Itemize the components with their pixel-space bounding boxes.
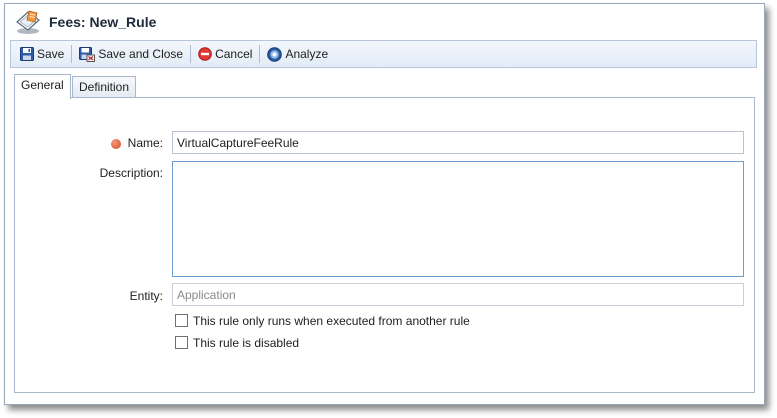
toolbar: Save Save and Close Cancel Analyze (10, 40, 757, 68)
tab-definition[interactable]: Definition (72, 76, 137, 98)
tab-general[interactable]: General (14, 74, 71, 99)
toolbar-separator (259, 45, 261, 63)
save-and-close-icon (79, 46, 96, 62)
rule-disabled-checkbox[interactable] (175, 336, 188, 349)
toolbar-separator (190, 45, 192, 63)
rule-editor-window: Fees: New_Rule Save Save and Close Cance… (4, 3, 765, 405)
cancel-label: Cancel (215, 47, 253, 61)
fee-rule-icon (13, 8, 43, 36)
analyze-button[interactable]: Analyze (262, 43, 333, 65)
cancel-button[interactable]: Cancel (193, 43, 257, 65)
entity-field (172, 283, 744, 306)
save-label: Save (37, 47, 65, 61)
name-label: Name: (127, 136, 163, 150)
description-label: Description: (99, 166, 163, 180)
runs-from-another-rule-label[interactable]: This rule only runs when executed from a… (193, 314, 470, 328)
cancel-icon (198, 47, 212, 61)
window-title: Fees: New_Rule (49, 14, 157, 30)
name-input[interactable] (172, 131, 744, 154)
tab-strip: General Definition (14, 74, 755, 99)
save-and-close-label: Save and Close (98, 47, 184, 61)
entity-label: Entity: (129, 289, 163, 303)
analyze-label: Analyze (285, 47, 329, 61)
save-and-close-button[interactable]: Save and Close (74, 43, 188, 65)
general-tab-panel: Name: Description: Entity: This rule onl… (14, 97, 755, 393)
analyze-icon (267, 46, 283, 62)
rule-disabled-label[interactable]: This rule is disabled (193, 336, 299, 350)
description-textarea[interactable] (172, 161, 744, 277)
toolbar-separator (71, 45, 73, 63)
title-bar: Fees: New_Rule (5, 4, 764, 40)
runs-from-another-rule-checkbox[interactable] (175, 314, 188, 327)
save-button[interactable]: Save (15, 43, 69, 65)
save-icon (20, 47, 34, 61)
